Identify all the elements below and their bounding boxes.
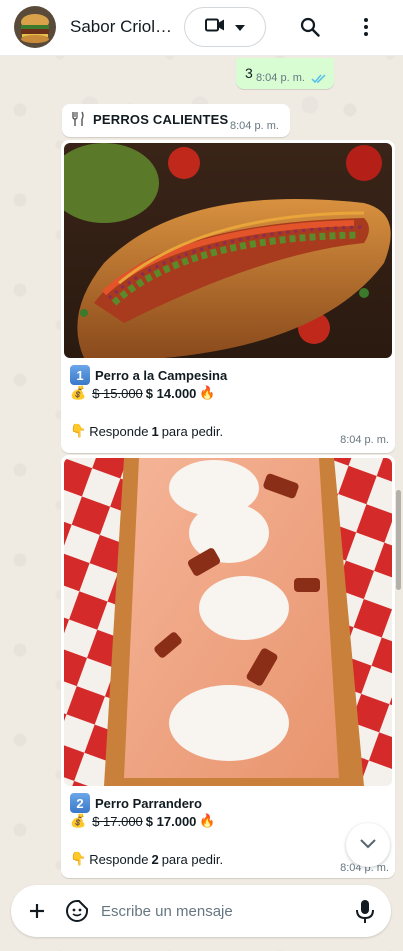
read-ticks-icon (311, 71, 327, 89)
reply-number: 1 (151, 423, 159, 439)
section-title: PERROS CALIENTES (93, 112, 229, 127)
price: $ 14.000 (145, 385, 197, 401)
search-icon[interactable] (297, 14, 323, 40)
reply-instruction: 👇 Responde 2 para pedir. (70, 851, 223, 867)
reply-instruction: 👇 Responde 1 para pedir. (70, 423, 223, 439)
scrollbar[interactable] (396, 490, 401, 590)
message-input[interactable] (101, 899, 341, 923)
message-time: 8:04 p. m. (340, 434, 389, 446)
outgoing-message[interactable]: 3 8:04 p. m. (236, 58, 334, 89)
chat-name[interactable]: Sabor Criol… (70, 17, 174, 37)
scroll-to-bottom-button[interactable] (346, 823, 390, 867)
message-composer (11, 885, 391, 937)
microphone-icon[interactable] (353, 898, 377, 929)
number-badge: 2 (70, 793, 90, 813)
avatar[interactable] (14, 6, 56, 48)
menu-item-message[interactable]: 2 Perro Parrandero 💰 $ 17.000 $ 17.000 🔥… (61, 455, 395, 878)
sticker-icon[interactable] (65, 899, 89, 928)
video-call-icon (205, 18, 225, 37)
pointing-down-icon: 👇 (70, 851, 87, 866)
item-name-line: 2 Perro Parrandero (70, 793, 202, 813)
reply-prefix: Responde (89, 851, 149, 867)
item-name-line: 1 Perro a la Campesina (70, 365, 227, 385)
number-badge: 1 (70, 365, 90, 385)
reply-suffix: para pedir. (161, 423, 224, 439)
hotdog-photo[interactable] (64, 458, 392, 786)
fork-knife-icon (71, 111, 85, 132)
price: $ 17.000 (145, 813, 197, 829)
item-price-line: 💰 $ 17.000 $ 17.000 🔥 (70, 813, 216, 829)
reply-number: 2 (151, 851, 159, 867)
money-bag-icon: 💰 (70, 385, 87, 400)
chevron-down-icon (235, 18, 245, 36)
reply-suffix: para pedir. (161, 851, 224, 867)
message-time: 8:04 p. m. (230, 120, 279, 132)
item-price-line: 💰 $ 15.000 $ 14.000 🔥 (70, 385, 216, 401)
money-bag-icon: 💰 (70, 813, 87, 828)
chat-header: Sabor Criol… (0, 0, 403, 56)
message-text: 3 (245, 65, 253, 81)
item-name: Perro a la Campesina (95, 367, 228, 383)
hotdog-photo[interactable] (64, 143, 392, 358)
chevron-down-icon (360, 836, 376, 854)
video-call-button[interactable] (184, 7, 266, 47)
more-vert-icon[interactable] (353, 14, 379, 40)
pointing-down-icon: 👇 (70, 423, 87, 438)
old-price: $ 15.000 (92, 385, 143, 401)
message-time: 8:04 p. m. (256, 72, 305, 84)
old-price: $ 17.000 (92, 813, 143, 829)
attach-plus-icon[interactable] (25, 899, 49, 928)
section-title-message[interactable]: PERROS CALIENTES 8:04 p. m. (62, 104, 290, 137)
reply-prefix: Responde (89, 423, 149, 439)
item-name: Perro Parrandero (95, 795, 202, 811)
fire-icon: 🔥 (199, 813, 216, 828)
fire-icon: 🔥 (199, 385, 216, 400)
menu-item-message[interactable]: 1 Perro a la Campesina 💰 $ 15.000 $ 14.0… (61, 140, 395, 453)
